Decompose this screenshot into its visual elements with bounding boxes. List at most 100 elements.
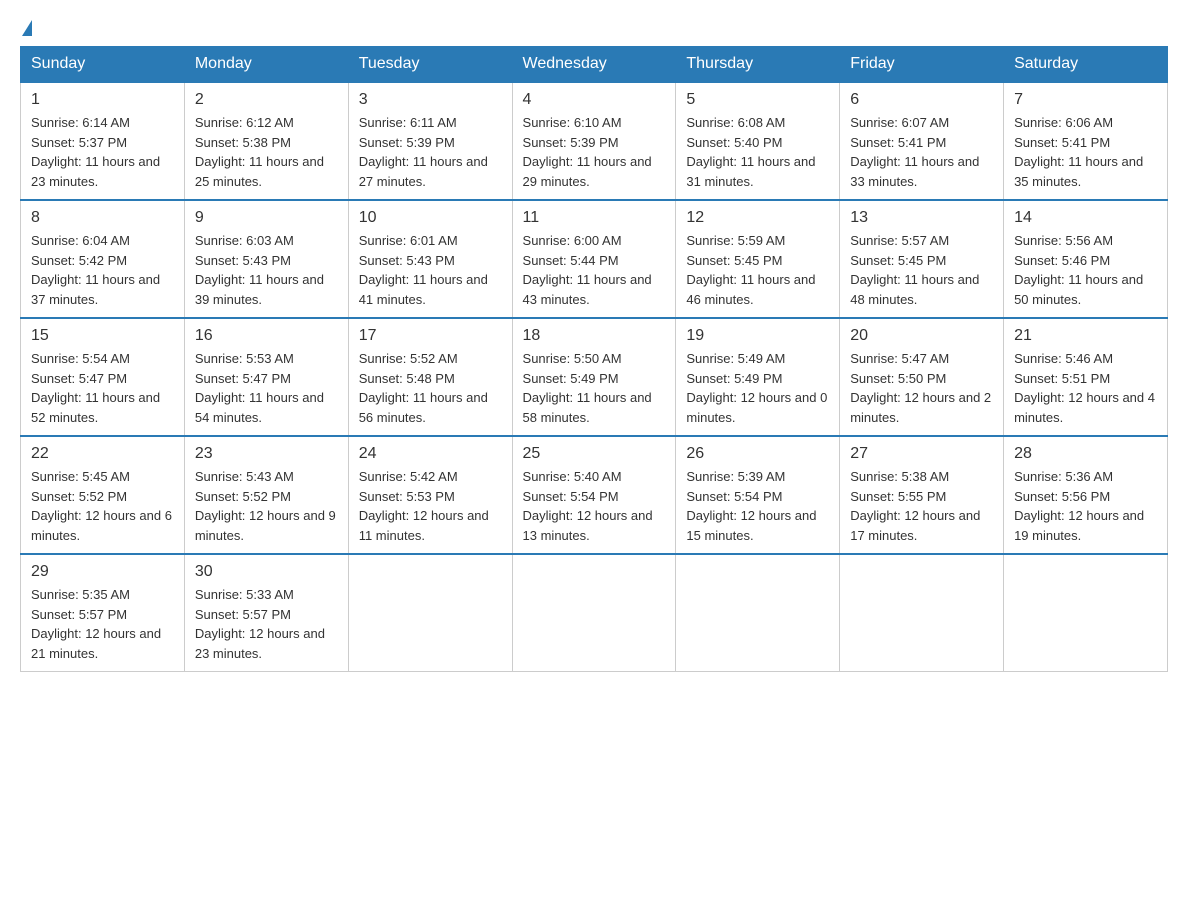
day-number: 5 [686, 91, 829, 109]
day-info: Sunrise: 6:03 AMSunset: 5:43 PMDaylight:… [195, 231, 338, 309]
day-number: 4 [523, 91, 666, 109]
calendar-cell [1004, 554, 1168, 672]
day-number: 30 [195, 563, 338, 581]
day-number: 29 [31, 563, 174, 581]
calendar-cell: 10Sunrise: 6:01 AMSunset: 5:43 PMDayligh… [348, 200, 512, 318]
day-info: Sunrise: 5:50 AMSunset: 5:49 PMDaylight:… [523, 349, 666, 427]
day-info: Sunrise: 6:07 AMSunset: 5:41 PMDaylight:… [850, 113, 993, 191]
calendar-week-row: 1 Sunrise: 6:14 AMSunset: 5:37 PMDaylight… [21, 82, 1168, 200]
day-info: Sunrise: 5:40 AMSunset: 5:54 PMDaylight:… [523, 467, 666, 545]
calendar-week-row: 29 Sunrise: 5:35 AMSunset: 5:57 PMDayligh… [21, 554, 1168, 672]
calendar-week-row: 15Sunrise: 5:54 AMSunset: 5:47 PMDayligh… [21, 318, 1168, 436]
day-number: 18 [523, 327, 666, 345]
day-info: Sunrise: 6:08 AMSunset: 5:40 PMDaylight:… [686, 113, 829, 191]
weekday-header-saturday: Saturday [1004, 47, 1168, 83]
calendar-week-row: 22 Sunrise: 5:45 AMSunset: 5:52 PMDayligh… [21, 436, 1168, 554]
day-info: Sunrise: 5:38 AMSunset: 5:55 PMDaylight:… [850, 467, 993, 545]
day-number: 17 [359, 327, 502, 345]
day-number: 14 [1014, 209, 1157, 227]
calendar-cell: 1 Sunrise: 6:14 AMSunset: 5:37 PMDaylight… [21, 82, 185, 200]
day-info: Sunrise: 6:10 AMSunset: 5:39 PMDaylight:… [523, 113, 666, 191]
calendar-cell: 7 Sunrise: 6:06 AMSunset: 5:41 PMDaylight… [1004, 82, 1168, 200]
calendar-cell: 24 Sunrise: 5:42 AMSunset: 5:53 PMDayligh… [348, 436, 512, 554]
calendar-cell: 22 Sunrise: 5:45 AMSunset: 5:52 PMDayligh… [21, 436, 185, 554]
day-number: 1 [31, 91, 174, 109]
calendar-cell: 16 Sunrise: 5:53 AMSunset: 5:47 PMDayligh… [184, 318, 348, 436]
day-number: 12 [686, 209, 829, 227]
calendar-cell: 26Sunrise: 5:39 AMSunset: 5:54 PMDayligh… [676, 436, 840, 554]
weekday-header-friday: Friday [840, 47, 1004, 83]
calendar-cell: 20 Sunrise: 5:47 AMSunset: 5:50 PMDayligh… [840, 318, 1004, 436]
day-info: Sunrise: 5:45 AMSunset: 5:52 PMDaylight:… [31, 467, 174, 545]
day-info: Sunrise: 6:00 AMSunset: 5:44 PMDaylight:… [523, 231, 666, 309]
day-number: 2 [195, 91, 338, 109]
page-header [20, 20, 1168, 36]
day-number: 21 [1014, 327, 1157, 345]
day-number: 25 [523, 445, 666, 463]
day-number: 16 [195, 327, 338, 345]
day-info: Sunrise: 5:42 AMSunset: 5:53 PMDaylight:… [359, 467, 502, 545]
weekday-header-wednesday: Wednesday [512, 47, 676, 83]
calendar-cell: 2 Sunrise: 6:12 AMSunset: 5:38 PMDaylight… [184, 82, 348, 200]
day-info: Sunrise: 5:39 AMSunset: 5:54 PMDaylight:… [686, 467, 829, 545]
day-info: Sunrise: 6:06 AMSunset: 5:41 PMDaylight:… [1014, 113, 1157, 191]
calendar-cell [676, 554, 840, 672]
day-info: Sunrise: 5:53 AMSunset: 5:47 PMDaylight:… [195, 349, 338, 427]
day-info: Sunrise: 6:01 AMSunset: 5:43 PMDaylight:… [359, 231, 502, 309]
calendar-cell: 23 Sunrise: 5:43 AMSunset: 5:52 PMDayligh… [184, 436, 348, 554]
day-info: Sunrise: 6:12 AMSunset: 5:38 PMDaylight:… [195, 113, 338, 191]
day-number: 11 [523, 209, 666, 227]
day-number: 7 [1014, 91, 1157, 109]
day-number: 28 [1014, 445, 1157, 463]
weekday-header-row: SundayMondayTuesdayWednesdayThursdayFrid… [21, 47, 1168, 83]
day-info: Sunrise: 5:35 AMSunset: 5:57 PMDaylight:… [31, 585, 174, 663]
day-info: Sunrise: 5:36 AMSunset: 5:56 PMDaylight:… [1014, 467, 1157, 545]
day-info: Sunrise: 5:57 AMSunset: 5:45 PMDaylight:… [850, 231, 993, 309]
day-number: 27 [850, 445, 993, 463]
calendar-cell: 6 Sunrise: 6:07 AMSunset: 5:41 PMDaylight… [840, 82, 1004, 200]
calendar-cell: 25 Sunrise: 5:40 AMSunset: 5:54 PMDayligh… [512, 436, 676, 554]
calendar-week-row: 8Sunrise: 6:04 AMSunset: 5:42 PMDaylight… [21, 200, 1168, 318]
day-number: 20 [850, 327, 993, 345]
calendar-cell: 5 Sunrise: 6:08 AMSunset: 5:40 PMDaylight… [676, 82, 840, 200]
day-number: 9 [195, 209, 338, 227]
calendar-cell [348, 554, 512, 672]
day-number: 22 [31, 445, 174, 463]
day-info: Sunrise: 5:47 AMSunset: 5:50 PMDaylight:… [850, 349, 993, 427]
calendar-cell: 8Sunrise: 6:04 AMSunset: 5:42 PMDaylight… [21, 200, 185, 318]
calendar-cell: 4 Sunrise: 6:10 AMSunset: 5:39 PMDaylight… [512, 82, 676, 200]
logo [20, 20, 32, 36]
calendar-cell: 21 Sunrise: 5:46 AMSunset: 5:51 PMDayligh… [1004, 318, 1168, 436]
day-number: 6 [850, 91, 993, 109]
logo-triangle-icon [22, 20, 32, 36]
day-number: 19 [686, 327, 829, 345]
day-info: Sunrise: 6:14 AMSunset: 5:37 PMDaylight:… [31, 113, 174, 191]
day-info: Sunrise: 5:49 AMSunset: 5:49 PMDaylight:… [686, 349, 829, 427]
calendar-cell: 29 Sunrise: 5:35 AMSunset: 5:57 PMDayligh… [21, 554, 185, 672]
day-number: 13 [850, 209, 993, 227]
day-number: 3 [359, 91, 502, 109]
day-number: 8 [31, 209, 174, 227]
day-info: Sunrise: 5:56 AMSunset: 5:46 PMDaylight:… [1014, 231, 1157, 309]
weekday-header-sunday: Sunday [21, 47, 185, 83]
calendar-cell: 18 Sunrise: 5:50 AMSunset: 5:49 PMDayligh… [512, 318, 676, 436]
calendar-cell: 27 Sunrise: 5:38 AMSunset: 5:55 PMDayligh… [840, 436, 1004, 554]
calendar-cell: 14 Sunrise: 5:56 AMSunset: 5:46 PMDayligh… [1004, 200, 1168, 318]
calendar-table: SundayMondayTuesdayWednesdayThursdayFrid… [20, 46, 1168, 672]
weekday-header-tuesday: Tuesday [348, 47, 512, 83]
day-info: Sunrise: 5:33 AMSunset: 5:57 PMDaylight:… [195, 585, 338, 663]
calendar-cell: 9 Sunrise: 6:03 AMSunset: 5:43 PMDaylight… [184, 200, 348, 318]
day-number: 24 [359, 445, 502, 463]
day-info: Sunrise: 6:11 AMSunset: 5:39 PMDaylight:… [359, 113, 502, 191]
calendar-cell [840, 554, 1004, 672]
calendar-cell: 19 Sunrise: 5:49 AMSunset: 5:49 PMDayligh… [676, 318, 840, 436]
day-info: Sunrise: 5:59 AMSunset: 5:45 PMDaylight:… [686, 231, 829, 309]
calendar-cell: 30 Sunrise: 5:33 AMSunset: 5:57 PMDayligh… [184, 554, 348, 672]
calendar-cell: 12 Sunrise: 5:59 AMSunset: 5:45 PMDayligh… [676, 200, 840, 318]
day-info: Sunrise: 5:43 AMSunset: 5:52 PMDaylight:… [195, 467, 338, 545]
day-info: Sunrise: 5:46 AMSunset: 5:51 PMDaylight:… [1014, 349, 1157, 427]
calendar-cell: 15Sunrise: 5:54 AMSunset: 5:47 PMDayligh… [21, 318, 185, 436]
day-number: 23 [195, 445, 338, 463]
calendar-cell: 28 Sunrise: 5:36 AMSunset: 5:56 PMDayligh… [1004, 436, 1168, 554]
day-info: Sunrise: 5:54 AMSunset: 5:47 PMDaylight:… [31, 349, 174, 427]
